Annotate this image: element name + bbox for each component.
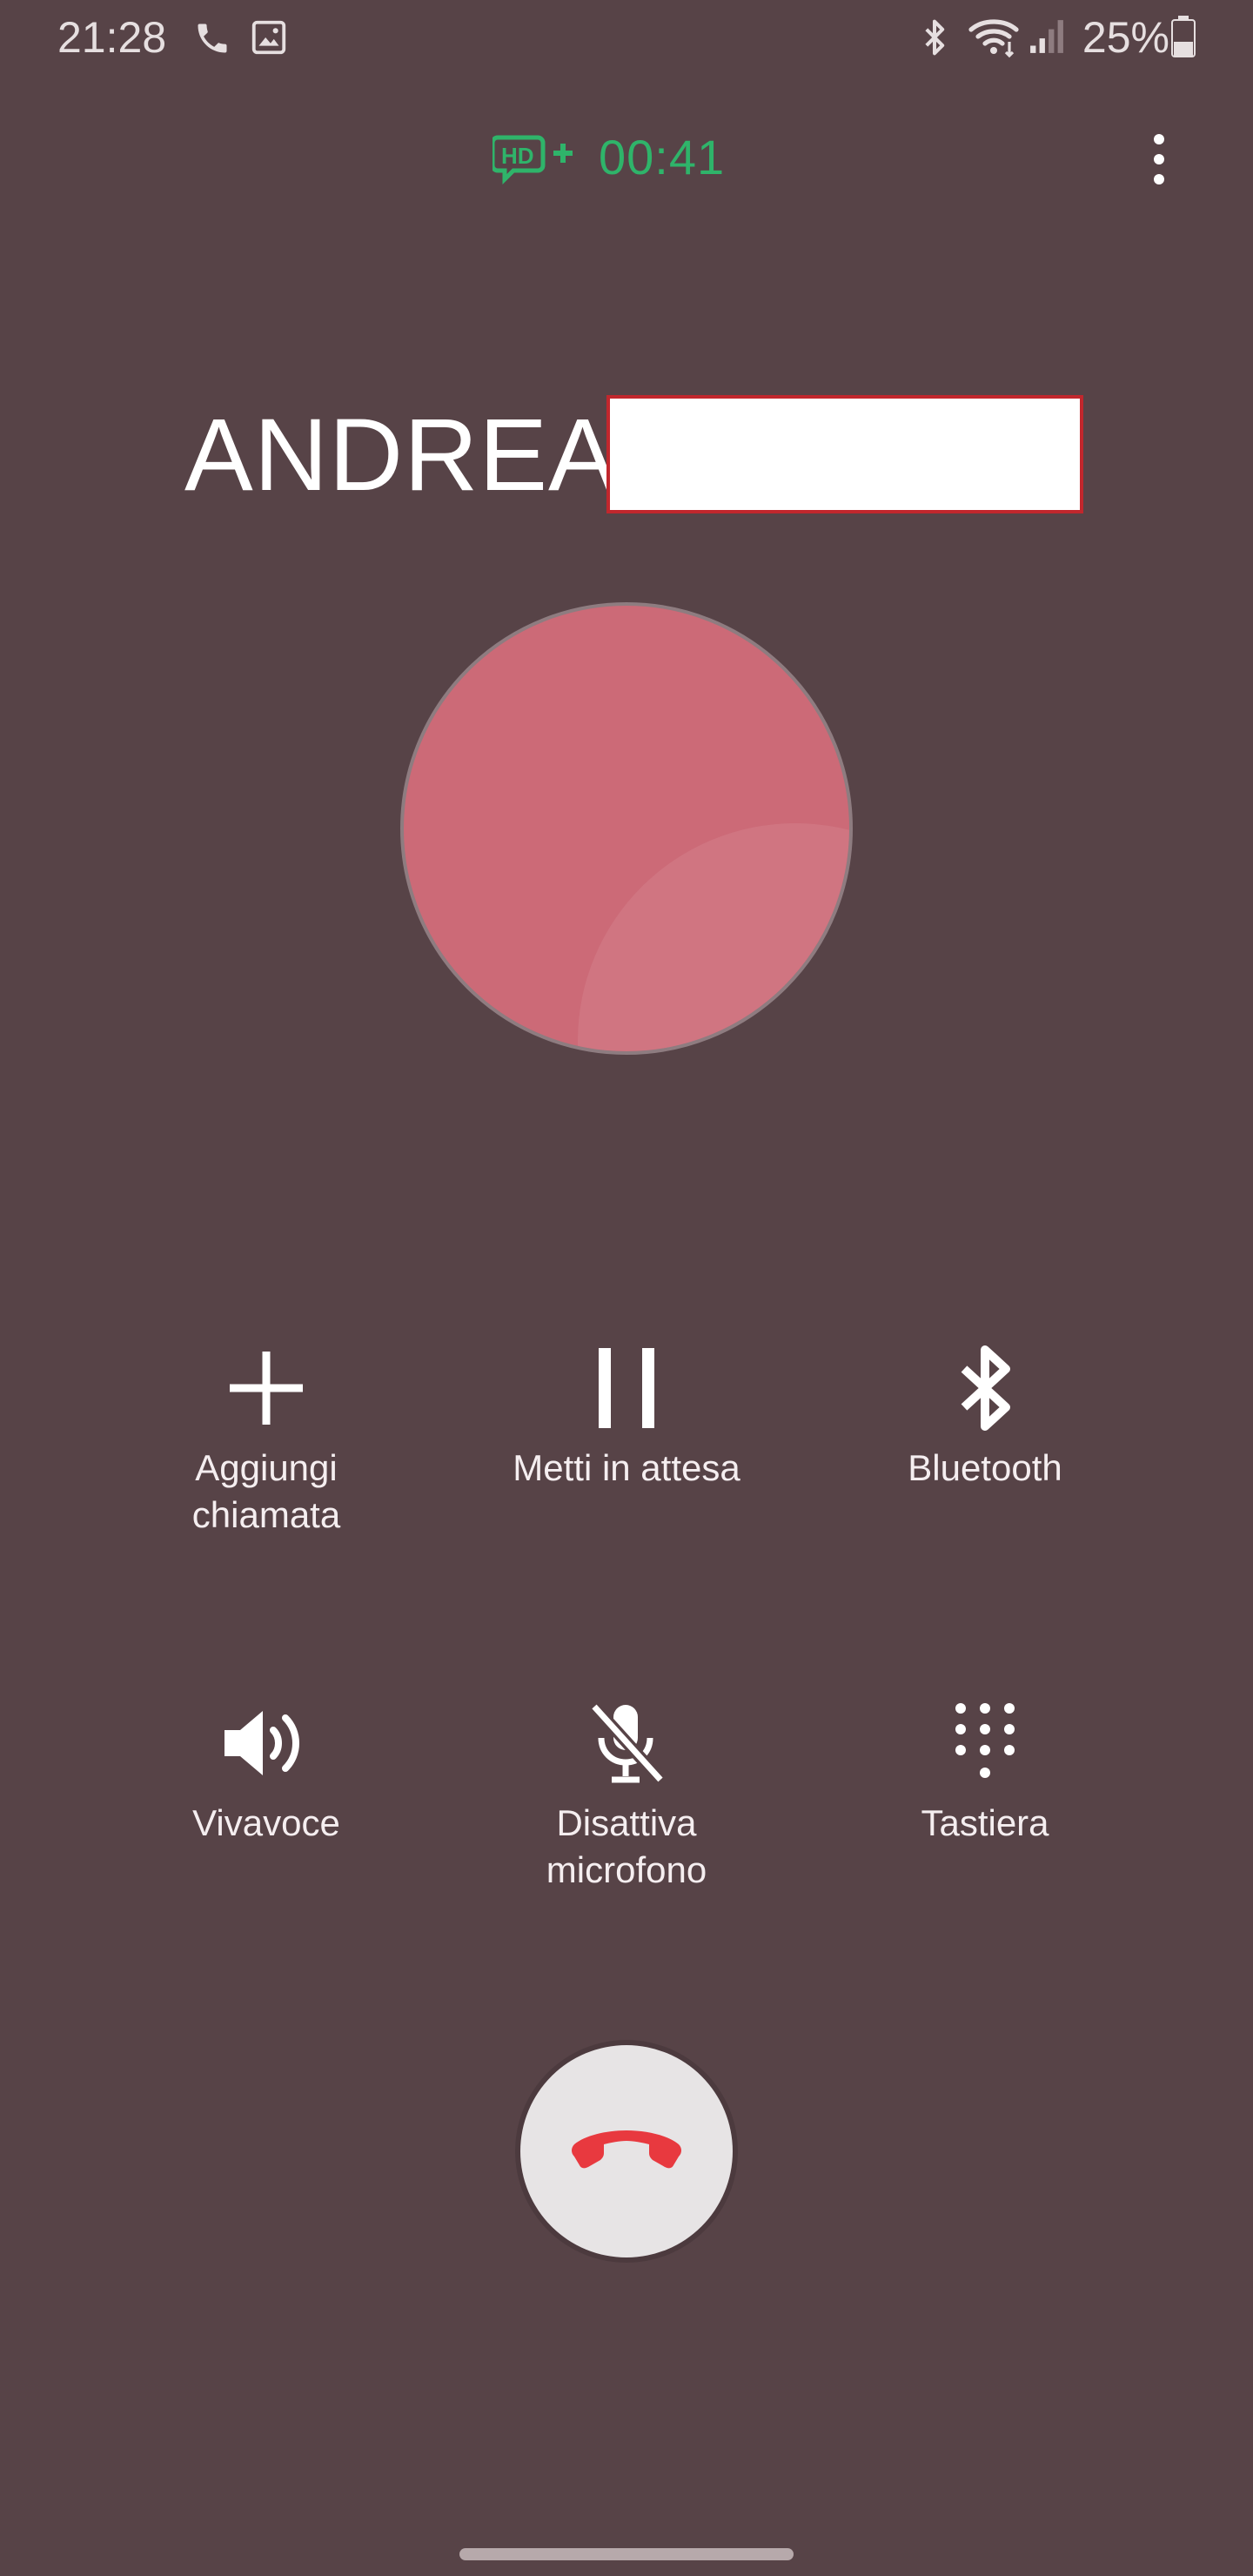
bluetooth-icon [961, 1345, 1010, 1431]
status-time: 21:28 [57, 13, 167, 62]
redaction-box [606, 395, 1083, 513]
more-options-icon[interactable] [1142, 129, 1176, 190]
hold-call-label: Metti in attesa [513, 1447, 740, 1488]
pause-icon [599, 1348, 654, 1428]
mic-off-icon [589, 1702, 666, 1784]
wifi-icon [968, 19, 1019, 58]
phone-icon [198, 23, 227, 53]
speaker-label: Vivavoce [192, 1802, 340, 1843]
end-call-button[interactable] [520, 2045, 733, 2257]
speaker-icon [224, 1711, 299, 1775]
keypad-label: Tastiera [921, 1802, 1049, 1843]
keypad-button[interactable]: Tastiera [837, 1695, 1133, 1847]
add-call-button[interactable]: Aggiungi chiamata [118, 1340, 414, 1539]
mute-button[interactable]: Disattiva microfono [479, 1695, 774, 1894]
end-call-icon [572, 2130, 681, 2169]
caller-avatar [400, 602, 853, 1055]
image-icon [251, 20, 286, 55]
bluetooth-icon [925, 19, 945, 56]
caller-name: ANDREA [184, 398, 618, 513]
bluetooth-label: Bluetooth [908, 1447, 1062, 1488]
bluetooth-button[interactable]: Bluetooth [837, 1340, 1133, 1492]
speaker-button[interactable]: Vivavoce [118, 1695, 414, 1847]
signal-icon [1030, 20, 1063, 53]
svg-text:HD: HD [501, 143, 534, 169]
mute-label: Disattiva microfono [546, 1802, 707, 1890]
battery-icon [1171, 16, 1196, 57]
add-call-label: Aggiungi chiamata [191, 1447, 341, 1535]
plus-icon [230, 1352, 303, 1425]
hold-call-button[interactable]: Metti in attesa [479, 1340, 774, 1492]
battery-percent: 25% [1082, 13, 1169, 62]
keypad-icon [955, 1703, 1015, 1778]
hd-voice-icon: HD [492, 135, 573, 185]
call-timer: 00:41 [599, 130, 726, 184]
home-indicator[interactable] [459, 2548, 794, 2560]
